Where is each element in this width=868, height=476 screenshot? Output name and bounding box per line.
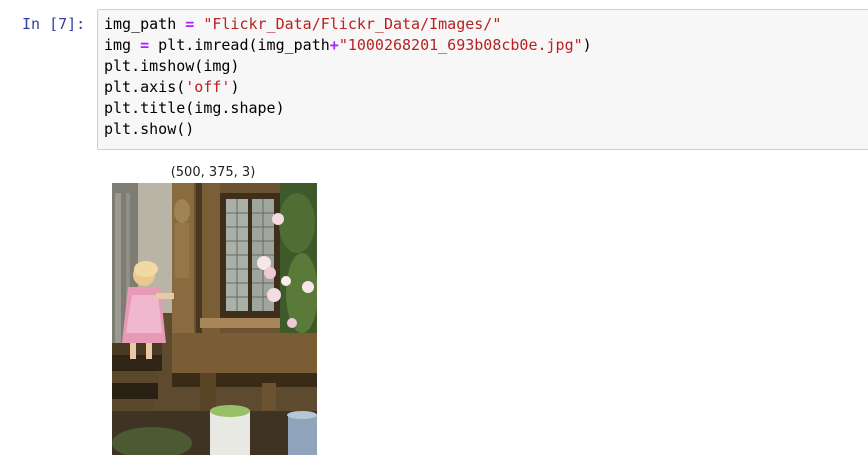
output-image [112,183,317,455]
code-token: ) [230,78,240,96]
code-token: 'off' [185,78,231,96]
code-token: "Flickr_Data/Flickr_Data/Images/" [203,15,502,33]
photo-girl-playhouse-image [112,183,317,455]
cell-output: (500, 375, 3) [97,158,357,468]
code-token: plt.title(img.shape) [104,99,285,117]
input-prompt: In [7]: [22,15,86,33]
code-token: img [104,36,141,54]
code-token: img_path [104,15,186,33]
notebook-code-cell: In [7]: img_path = "Flickr_Data/Flickr_D… [0,0,868,476]
code-line: plt.axis('off') [104,77,592,98]
code-editor[interactable]: img_path = "Flickr_Data/Flickr_Data/Imag… [97,9,868,150]
code-token: ) [582,36,592,54]
code-line: plt.show() [104,119,592,140]
code-token: + [329,36,339,54]
code-token: "1000268201_693b08cb0e.jpg" [338,36,583,54]
code-token: plt.axis( [104,78,186,96]
code-token: = [140,36,150,54]
code-line: img = plt.imread(img_path+"1000268201_69… [104,35,592,56]
plot-title: (500, 375, 3) [170,165,256,180]
code-line: plt.title(img.shape) [104,98,592,119]
code-token: plt.imshow(img) [104,57,240,75]
code-token: plt.imread(img_path [149,36,330,54]
code-line: img_path = "Flickr_Data/Flickr_Data/Imag… [104,14,592,35]
code-block[interactable]: img_path = "Flickr_Data/Flickr_Data/Imag… [104,14,592,140]
code-line: plt.imshow(img) [104,56,592,77]
code-token: plt.show() [104,120,195,138]
code-token: = [185,15,195,33]
